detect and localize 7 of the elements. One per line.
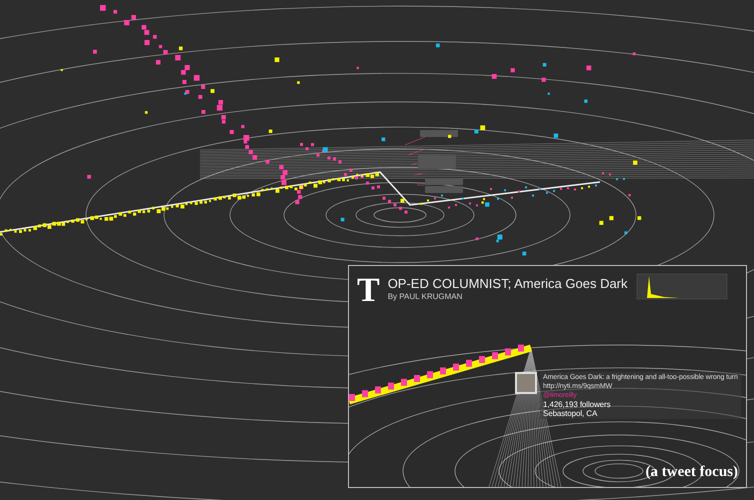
follower-count: 1,426,193 followers — [543, 400, 612, 409]
article-byline: By PAUL KRUGMAN — [388, 292, 464, 301]
article-headline: OP-ED COLUMNIST; America Goes Dark — [388, 276, 628, 291]
user-location: Sebastopol, CA — [543, 409, 598, 418]
avatar-placeholder — [515, 372, 537, 394]
newspaper-logo: T — [357, 274, 380, 308]
caption: (a tweet focus) — [646, 464, 738, 481]
